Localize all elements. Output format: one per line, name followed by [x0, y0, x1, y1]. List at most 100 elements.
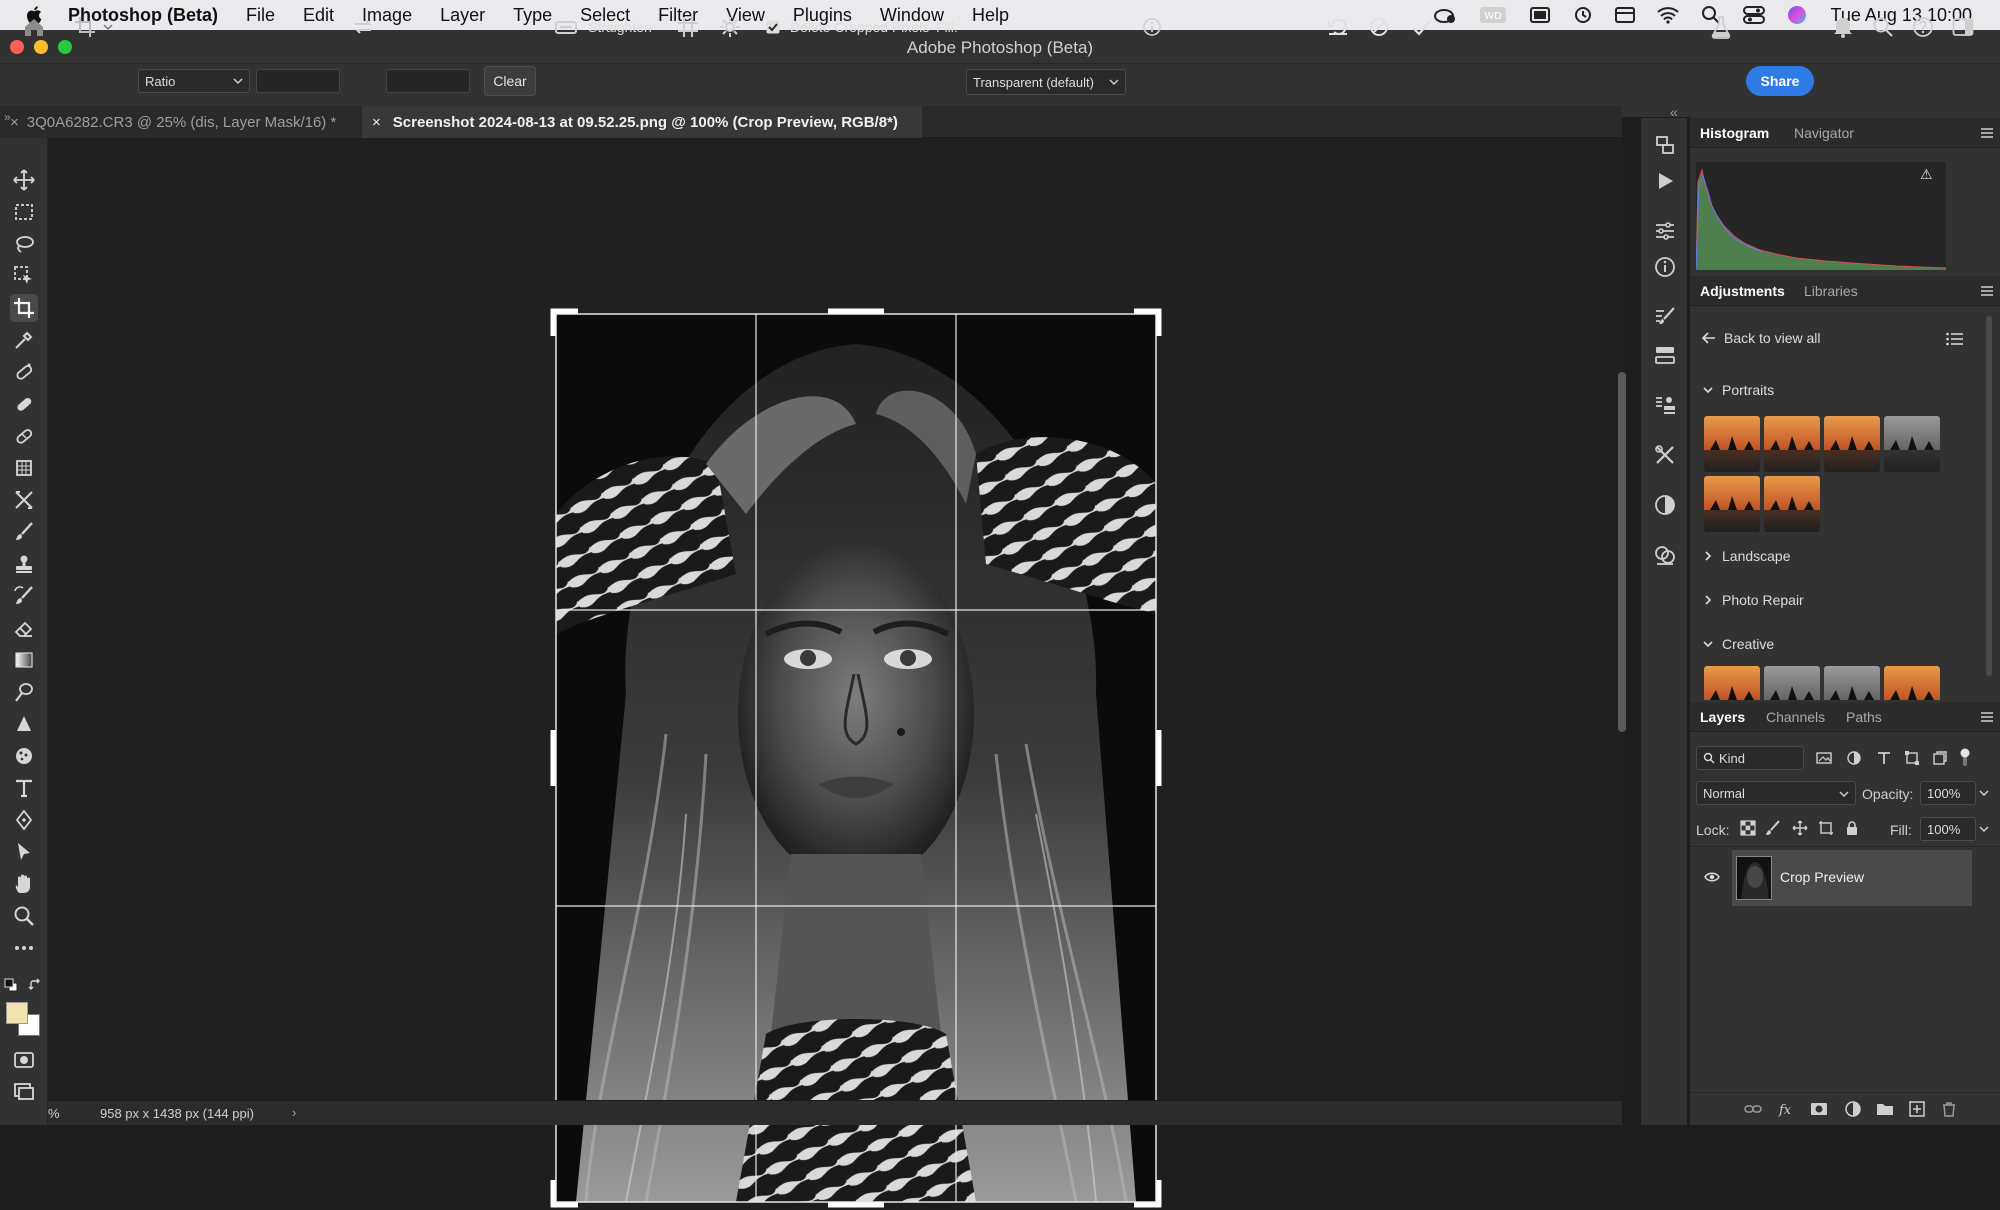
swap-colors-icon[interactable]	[28, 978, 42, 992]
collapse-toolbar-icon[interactable]: »	[4, 110, 11, 124]
more-tools-icon[interactable]	[10, 934, 38, 962]
blur-tool-icon[interactable]	[10, 678, 38, 706]
search-icon[interactable]	[1872, 0, 1894, 54]
list-view-icon[interactable]	[1946, 332, 1964, 346]
filter-pixel-icon[interactable]	[1816, 750, 1832, 766]
histogram-warning-icon[interactable]: ⚠	[1920, 166, 1933, 183]
move-tool-icon[interactable]	[10, 166, 38, 194]
history-brush-tool-icon[interactable]	[10, 582, 38, 610]
zoom-level[interactable]: %	[48, 1106, 60, 1121]
brush-tool-icon[interactable]	[10, 518, 38, 546]
control-center-icon[interactable]	[1742, 6, 1765, 24]
menu-layer[interactable]: Layer	[440, 5, 485, 26]
crop-tool-icon[interactable]	[10, 294, 38, 322]
adjustment-preset-thumbnail[interactable]	[1824, 666, 1880, 700]
clone-source-icon[interactable]	[1654, 394, 1676, 416]
actions-play-icon[interactable]	[1654, 170, 1676, 192]
info-panel-icon[interactable]	[1654, 256, 1676, 278]
delete-layer-trash-icon[interactable]	[1940, 1100, 1958, 1118]
calendar-icon[interactable]	[1614, 6, 1635, 24]
adjustment-preset-thumbnail[interactable]	[1824, 416, 1880, 472]
document-tab-screenshot[interactable]: × Screenshot 2024-08-13 at 09.52.25.png …	[362, 106, 922, 138]
lock-artboard-icon[interactable]	[1818, 820, 1834, 836]
eraser-tool-icon[interactable]	[10, 614, 38, 642]
lock-image-pixels-icon[interactable]	[1764, 820, 1780, 836]
marquee-tool-icon[interactable]	[10, 198, 38, 226]
tab-channels[interactable]: Channels	[1766, 702, 1825, 732]
notifications-bell-icon[interactable]	[1832, 0, 1854, 54]
default-colors-icon[interactable]	[4, 978, 18, 992]
tab-libraries[interactable]: Libraries	[1804, 276, 1858, 306]
new-group-folder-icon[interactable]	[1876, 1100, 1894, 1118]
siri-icon[interactable]	[1787, 5, 1807, 25]
content-aware-move-tool-icon[interactable]	[10, 486, 38, 514]
adjustment-preset-thumbnail[interactable]	[1704, 416, 1760, 472]
dodge-tool-icon[interactable]	[10, 710, 38, 738]
add-mask-icon[interactable]	[1810, 1100, 1828, 1118]
object-selection-tool-icon[interactable]	[10, 262, 38, 290]
tab-layers[interactable]: Layers	[1700, 702, 1745, 732]
tab-adjustments[interactable]: Adjustments	[1700, 276, 1785, 306]
overlay-grid-icon[interactable]	[676, 0, 700, 54]
crop-ratio-dropdown[interactable]: Ratio	[138, 69, 250, 93]
new-layer-icon[interactable]	[1908, 1100, 1926, 1118]
cancel-crop-icon[interactable]	[1368, 0, 1390, 54]
section-creative[interactable]: Creative	[1702, 636, 1774, 652]
layer-name[interactable]: Crop Preview	[1780, 869, 1864, 885]
close-tab-icon[interactable]: ×	[10, 114, 19, 131]
lasso-tool-icon[interactable]	[10, 230, 38, 258]
adjustment-preset-thumbnail[interactable]	[1764, 476, 1820, 532]
zoom-tool-icon[interactable]	[10, 902, 38, 930]
section-photo-repair[interactable]: Photo Repair	[1702, 592, 1804, 608]
frame-tool-icon[interactable]	[10, 454, 38, 482]
path-selection-tool-icon[interactable]	[10, 838, 38, 866]
lock-transparent-pixels-icon[interactable]	[1740, 820, 1756, 836]
filter-toggle-icon[interactable]	[1956, 748, 1974, 768]
tab-paths[interactable]: Paths	[1846, 702, 1882, 732]
clear-button[interactable]: Clear	[484, 66, 536, 96]
section-landscape[interactable]: Landscape	[1702, 548, 1791, 564]
adjustment-preset-thumbnail[interactable]	[1764, 416, 1820, 472]
menu-edit[interactable]: Edit	[303, 5, 334, 26]
properties-panel-icon[interactable]	[1654, 220, 1676, 242]
crop-box-overlay[interactable]	[548, 306, 1164, 1210]
collapse-strip-icon[interactable]: «	[1670, 104, 1678, 120]
adjustment-preset-thumbnail[interactable]	[1764, 666, 1820, 700]
pen-tool-icon[interactable]	[10, 806, 38, 834]
spot-healing-tool-icon[interactable]	[10, 358, 38, 386]
history-panel-icon[interactable]	[1654, 134, 1676, 156]
layer-filter-kind-dropdown[interactable]: Kind	[1696, 746, 1804, 770]
layer-row-crop-preview[interactable]: Crop Preview	[1732, 850, 1972, 906]
section-portraits[interactable]: Portraits	[1702, 382, 1774, 398]
adjustments-scrollbar[interactable]	[1986, 316, 1992, 676]
vertical-scrollbar[interactable]	[1618, 372, 1626, 732]
layer-style-fx-icon[interactable]: fx	[1778, 1100, 1796, 1118]
filter-smart-object-icon[interactable]	[1932, 750, 1948, 766]
lock-all-icon[interactable]	[1844, 820, 1860, 836]
wd-icon[interactable]: WD	[1479, 6, 1507, 24]
status-menu-arrow-icon[interactable]: ›	[292, 1105, 296, 1120]
screen-icon[interactable]	[1529, 6, 1551, 24]
back-to-view-all-link[interactable]: Back to view all	[1702, 330, 1820, 346]
tab-navigator[interactable]: Navigator	[1794, 118, 1854, 148]
filter-type-icon[interactable]	[1876, 750, 1892, 766]
commit-crop-icon[interactable]	[1410, 0, 1434, 54]
panel-menu-icon[interactable]	[1980, 127, 1994, 139]
swatches-panel-icon[interactable]	[1654, 544, 1676, 566]
crop-height-input[interactable]	[386, 69, 470, 93]
opacity-input[interactable]: 100%	[1920, 781, 1976, 805]
time-machine-icon[interactable]	[1573, 5, 1593, 25]
lock-position-icon[interactable]	[1792, 820, 1808, 836]
reset-crop-icon[interactable]	[1326, 0, 1350, 54]
workspace-layout-icon[interactable]	[1952, 0, 1974, 54]
straighten-control[interactable]: Straighten	[554, 0, 652, 54]
eye-visibility-icon[interactable]	[1704, 871, 1720, 883]
swap-dimensions-icon[interactable]	[352, 0, 374, 54]
new-adjustment-layer-icon[interactable]	[1844, 1100, 1862, 1118]
brushes-panel-icon[interactable]	[1654, 344, 1676, 366]
quick-mask-icon[interactable]	[10, 1046, 38, 1074]
adjustment-preset-thumbnail[interactable]	[1884, 666, 1940, 700]
panel-menu-icon[interactable]	[1980, 285, 1994, 297]
hand-tool-icon[interactable]	[10, 870, 38, 898]
gradient-tool-icon[interactable]	[10, 646, 38, 674]
